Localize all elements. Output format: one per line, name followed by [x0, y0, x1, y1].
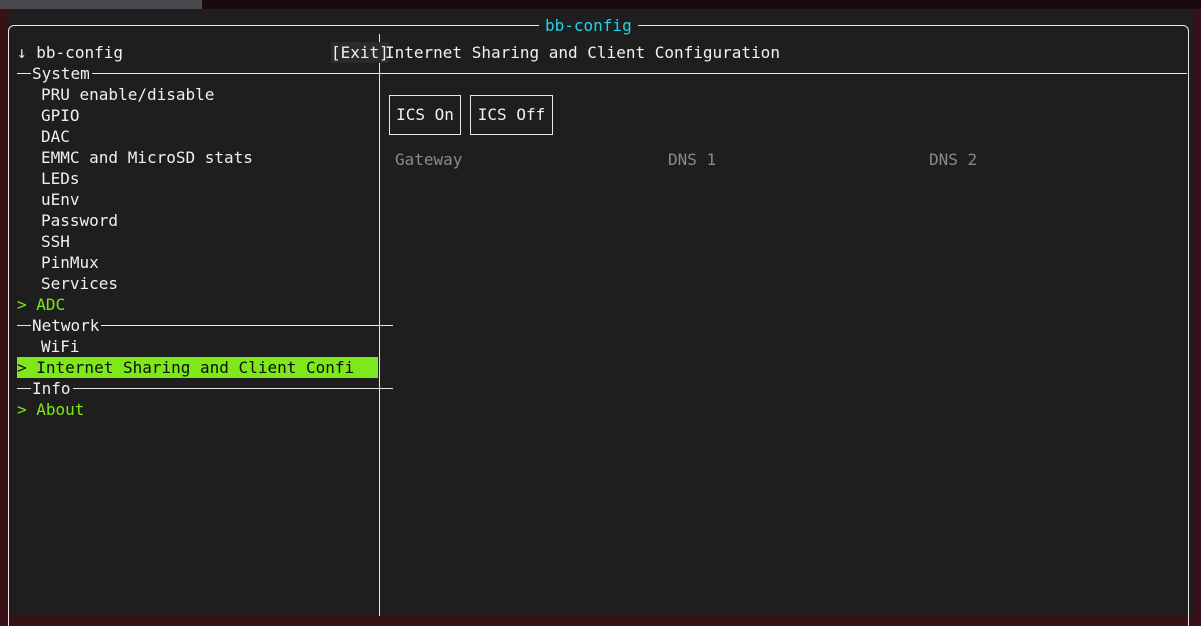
panel-header-divider	[380, 73, 1187, 74]
ics-on-button[interactable]: ICS On	[389, 95, 461, 135]
menu-item-about[interactable]: > About	[17, 399, 378, 420]
section-label: System	[32, 64, 90, 83]
menu-item-uenv[interactable]: uEnv	[17, 189, 402, 210]
dns2-label: DNS 2	[929, 150, 978, 169]
menu-item-ssh[interactable]: SSH	[17, 231, 402, 252]
menu-item-services[interactable]: Services	[17, 273, 402, 294]
menu-item-gpio[interactable]: GPIO	[17, 105, 402, 126]
section-label: Info	[32, 379, 71, 398]
section-network: Network	[17, 315, 393, 336]
gateway-label: Gateway	[395, 150, 463, 169]
menu-item-adc[interactable]: > ADC	[17, 294, 378, 315]
exit-button[interactable]: [Exit]	[331, 42, 389, 63]
ics-off-button[interactable]: ICS Off	[470, 95, 553, 135]
menu-item-leds[interactable]: LEDs	[17, 168, 402, 189]
terminal-tab[interactable]	[0, 0, 202, 9]
sidebar-header: ↓ bb-config [Exit]	[17, 42, 389, 63]
menu-item-emmc[interactable]: EMMC and MicroSD stats	[17, 147, 402, 168]
down-arrow-icon: ↓	[17, 43, 27, 62]
menu-item-pru[interactable]: PRU enable/disable	[17, 84, 402, 105]
menu-item-password[interactable]: Password	[17, 210, 402, 231]
section-system: System	[17, 63, 393, 84]
menu-item-dac[interactable]: DAC	[17, 126, 402, 147]
dns1-label: DNS 1	[668, 150, 717, 169]
window-title: bb-config	[539, 17, 638, 35]
menu-item-wifi[interactable]: WiFi	[17, 336, 402, 357]
menu-item-internet-sharing[interactable]: > Internet Sharing and Client Confi	[17, 357, 378, 378]
menu-item-pinmux[interactable]: PinMux	[17, 252, 402, 273]
top-strip	[0, 0, 1201, 9]
panel-title: Internet Sharing and Client Configuratio…	[385, 43, 780, 62]
section-label: Network	[32, 316, 100, 335]
sidebar-title: bb-config	[36, 43, 123, 62]
section-info: Info	[17, 378, 393, 399]
